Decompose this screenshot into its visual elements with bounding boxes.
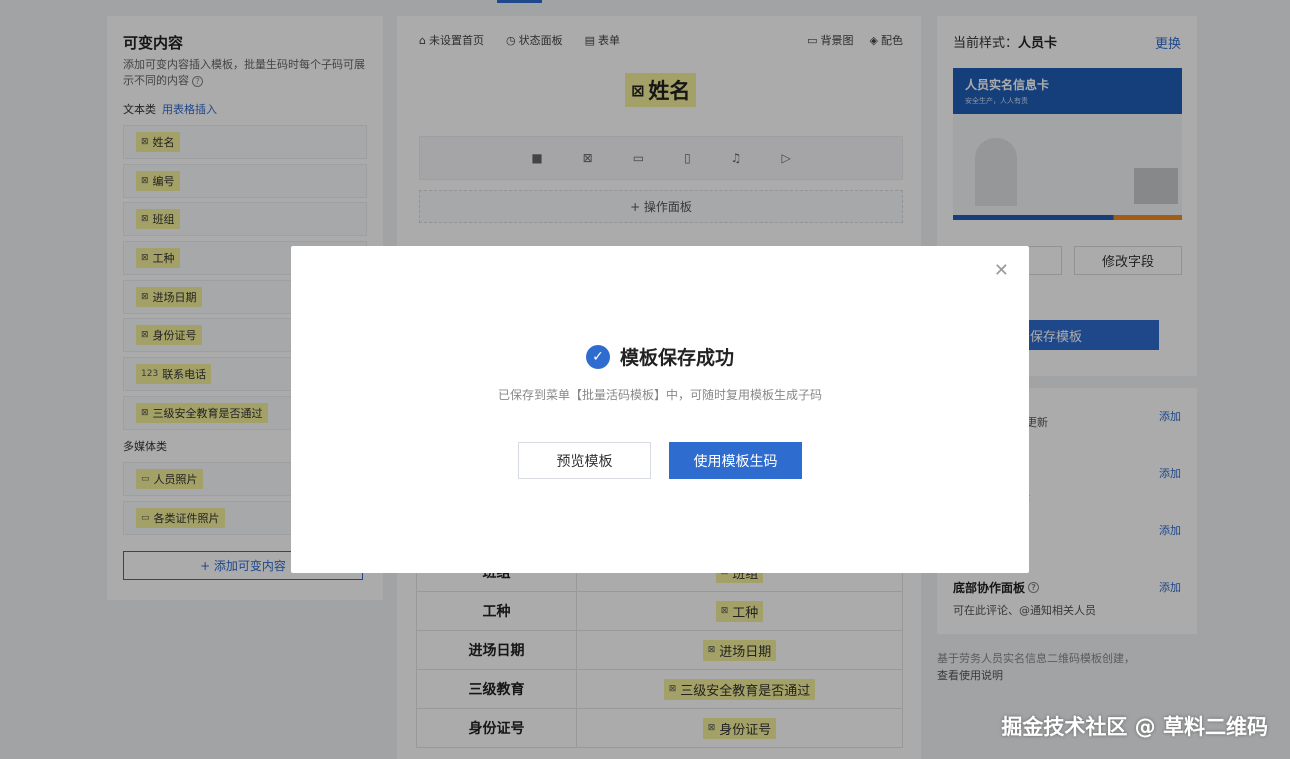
watermark: 掘金技术社区 @ 草料二维码: [1001, 715, 1268, 739]
dialog-title: ✓ 模板保存成功: [291, 343, 1029, 370]
save-success-dialog: ✕ ✓ 模板保存成功 已保存到菜单【批量活码模板】中，可随时复用模板生成子码 预…: [291, 246, 1029, 573]
use-template-button[interactable]: 使用模板生码: [669, 442, 802, 479]
check-circle-icon: ✓: [585, 344, 610, 369]
dialog-description: 已保存到菜单【批量活码模板】中，可随时复用模板生成子码: [497, 388, 822, 402]
close-icon[interactable]: ✕: [994, 262, 1009, 280]
preview-template-button[interactable]: 预览模板: [518, 442, 651, 479]
